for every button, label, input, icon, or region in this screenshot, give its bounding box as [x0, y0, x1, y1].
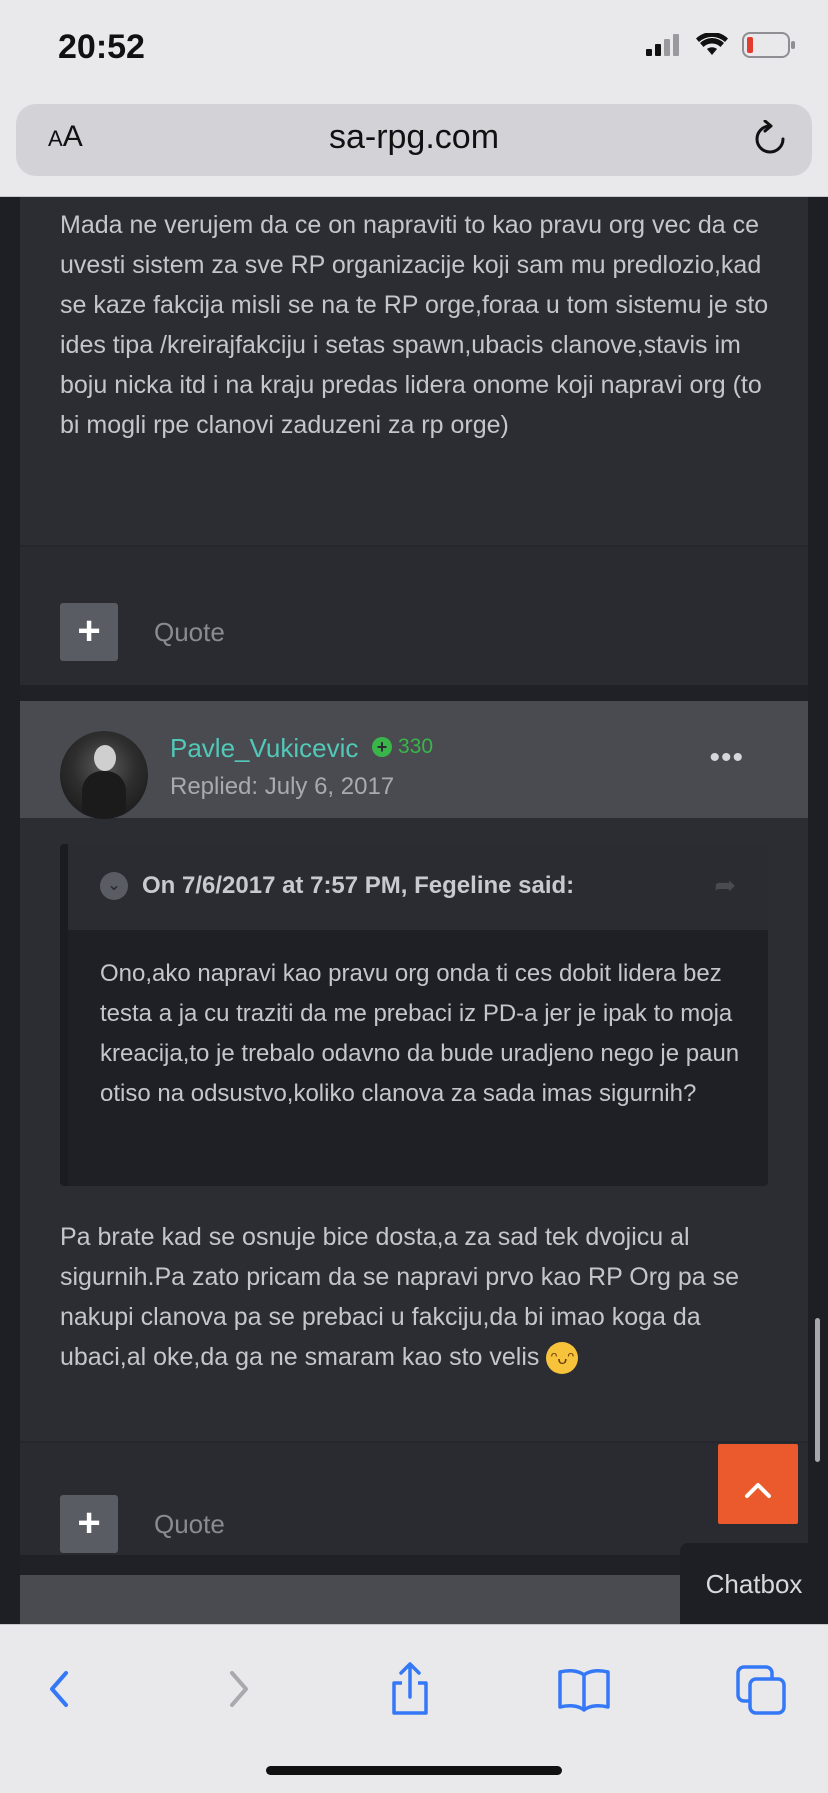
quote-body: Ono,ako napravi kao pravu org onda ti ce…	[100, 960, 740, 1107]
post-author-header: Pavle_Vukicevic + 330 Replied: July 6, 2…	[20, 701, 808, 819]
post-actions: + Quote	[20, 547, 808, 697]
share-arrow-icon[interactable]: ➦	[714, 870, 736, 901]
reputation-badge: + 330	[372, 735, 433, 759]
chatbox-toggle[interactable]: Chatbox	[680, 1543, 828, 1625]
avatar[interactable]	[60, 731, 148, 819]
home-indicator	[266, 1766, 562, 1775]
multiquote-button[interactable]: +	[60, 603, 118, 661]
forward-icon[interactable]	[208, 1659, 268, 1719]
post-body: Mada ne verujem da ce on napraviti to ka…	[60, 211, 769, 439]
multiquote-button[interactable]: +	[60, 1495, 118, 1553]
status-bar: 20:52	[0, 0, 828, 92]
share-icon[interactable]	[380, 1659, 440, 1719]
grinning-emoji-icon: ᵔᴗᵔ	[546, 1342, 579, 1375]
reload-icon[interactable]	[752, 120, 788, 158]
status-time: 20:52	[58, 28, 145, 66]
quote-link[interactable]: Quote	[154, 1509, 225, 1540]
quote-citation-bar: ⌄ On 7/6/2017 at 7:57 PM, Fegeline said:…	[68, 844, 768, 930]
chevron-down-icon[interactable]: ⌄	[100, 872, 128, 900]
status-icons	[646, 32, 796, 58]
more-options-icon[interactable]: •••	[709, 741, 744, 775]
forum-page[interactable]: Mada ne verujem da ce on napraviti to ka…	[0, 197, 828, 1624]
chevron-up-icon	[745, 1483, 771, 1498]
address-bar[interactable]: AA sa-rpg.com	[16, 104, 812, 176]
topic-posts: Mada ne verujem da ce on napraviti to ka…	[20, 197, 808, 1624]
tabs-icon[interactable]	[732, 1659, 792, 1719]
quote-link[interactable]: Quote	[154, 617, 225, 648]
post-separator	[20, 685, 808, 701]
post-date: Replied: July 6, 2017	[170, 773, 395, 800]
reputation-count: 330	[398, 735, 434, 758]
battery-icon	[742, 32, 795, 58]
quote-block: ⌄ On 7/6/2017 at 7:57 PM, Fegeline said:…	[60, 844, 768, 1186]
author-username[interactable]: Pavle_Vukicevic	[170, 733, 358, 764]
post-actions: + Quote	[20, 1443, 808, 1555]
browser-address-area: AA sa-rpg.com	[0, 92, 828, 197]
page-scrollbar[interactable]	[815, 1318, 820, 1462]
post-body: Pa brate kad se osnuje bice dosta,a za s…	[60, 1217, 780, 1377]
bookmarks-icon[interactable]	[554, 1659, 614, 1719]
wifi-icon	[696, 33, 728, 55]
url-text[interactable]: sa-rpg.com	[16, 118, 812, 157]
back-to-top-button[interactable]	[718, 1444, 798, 1524]
signal-icon	[646, 34, 679, 56]
back-icon[interactable]	[30, 1659, 90, 1719]
plus-circle-icon: +	[372, 737, 392, 757]
quote-citation: On 7/6/2017 at 7:57 PM, Fegeline said:	[142, 872, 575, 899]
